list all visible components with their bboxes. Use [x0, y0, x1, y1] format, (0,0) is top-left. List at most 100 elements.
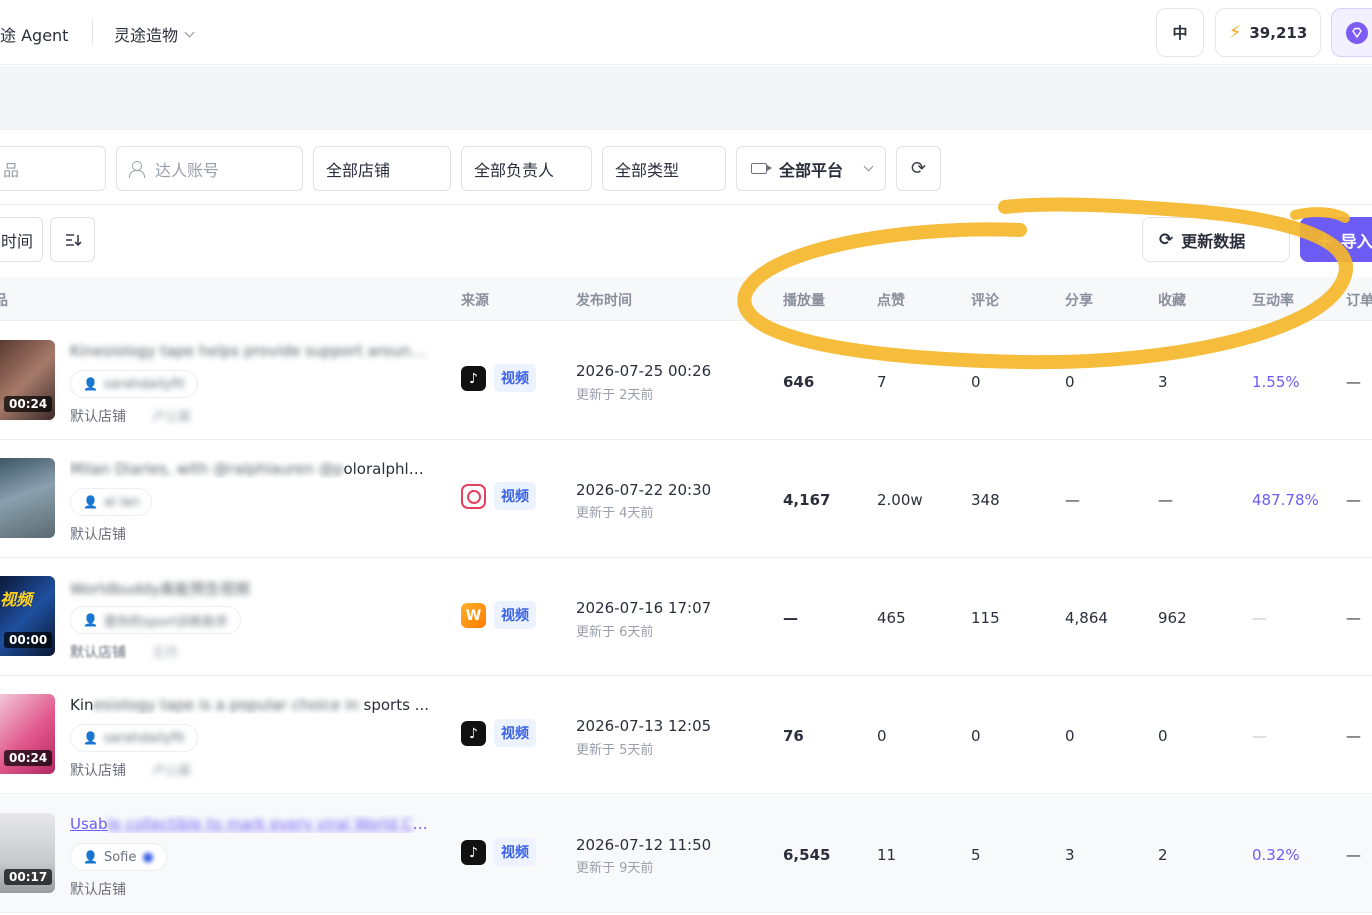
- video-duration: 00:24: [4, 750, 53, 766]
- person-icon: 👤: [83, 495, 98, 509]
- media-type-tag: 视频: [494, 364, 536, 392]
- publish-time: 2026-07-22 20:30: [576, 481, 712, 499]
- creator-account-name: Sofie: [103, 849, 137, 865]
- table-header: 品 来源 发布时间 播放量 点赞 评论 分享 收藏 互动率 订单: [0, 277, 1372, 321]
- tiktok-icon: ♪: [461, 840, 486, 865]
- page-header-band: [0, 66, 1372, 130]
- media-type-tag: 视频: [494, 601, 536, 629]
- table-row[interactable]: 00:24 Kinesiology tape helps provide sup…: [0, 322, 1372, 440]
- video-title[interactable]: Kinesiology tape helps provide support a…: [70, 342, 432, 360]
- owner-select[interactable]: 全部负责人: [461, 146, 592, 191]
- publish-time: 2026-07-12 11:50: [576, 836, 712, 854]
- product-filter[interactable]: 品: [0, 146, 106, 191]
- comments-value: 0: [971, 727, 981, 745]
- import-button[interactable]: + 导入: [1300, 217, 1372, 262]
- creator-account-chip[interactable]: 👤 al lan: [70, 488, 153, 516]
- publish-time: 2026-07-16 17:07: [576, 599, 712, 617]
- col-header-plays[interactable]: 播放量: [783, 290, 825, 310]
- language-toggle-button[interactable]: 中: [1156, 8, 1204, 57]
- tiktok-icon: ♪: [461, 366, 486, 391]
- owner-name: 卢公募: [152, 410, 192, 425]
- owner-name: 王丹: [152, 646, 179, 661]
- video-duration: 00:17: [4, 869, 53, 885]
- video-thumbnail[interactable]: 00:24: [0, 340, 55, 420]
- person-icon: 👤: [83, 731, 98, 745]
- plus-icon: +: [1316, 227, 1333, 252]
- video-title[interactable]: Kinesiology tape is a popular choice in …: [70, 696, 429, 714]
- video-camera-icon: [751, 163, 772, 174]
- plays-value: 646: [783, 373, 815, 391]
- creator-account-chip[interactable]: 👤 sarahdailyfit: [70, 370, 198, 398]
- shop-name: 默认店铺: [70, 763, 126, 779]
- sort-order-button[interactable]: [50, 217, 95, 262]
- video-duration: 00:24: [4, 396, 53, 412]
- divider: [0, 204, 1372, 205]
- creator-account-chip[interactable]: 👤 Sofie ●: [70, 843, 167, 871]
- creator-account-chip[interactable]: 👤 是你的sport训练助手: [70, 606, 242, 634]
- platform-select[interactable]: 全部平台: [736, 146, 886, 191]
- video-title[interactable]: Worldbuddy高能预告视频: [70, 578, 250, 599]
- workspace-switcher[interactable]: 灵途造物: [114, 22, 195, 46]
- table-row[interactable]: 00:17 Usable collectible to mark every v…: [0, 795, 1372, 913]
- col-header-likes[interactable]: 点赞: [877, 290, 905, 310]
- video-title[interactable]: Usable collectible to mark every viral W…: [70, 815, 432, 833]
- brand-name: 途 Agent: [0, 26, 69, 45]
- comments-value: 5: [971, 846, 981, 864]
- import-label: 导入: [1340, 231, 1372, 251]
- plays-value: 76: [783, 727, 804, 745]
- chevron-down-icon: [863, 161, 874, 172]
- video-thumbnail[interactable]: 00:24: [0, 694, 55, 774]
- plays-value: 6,545: [783, 846, 831, 864]
- time-sort-label: 时间: [1, 231, 34, 251]
- favorites-value: 2: [1158, 846, 1168, 864]
- col-header-favorites[interactable]: 收藏: [1158, 290, 1186, 310]
- video-thumbnail[interactable]: 视频 00:00: [0, 576, 55, 656]
- shares-value: 3: [1065, 846, 1075, 864]
- updated-time: 更新于 5天前: [576, 743, 654, 758]
- video-thumbnail[interactable]: 00:17: [0, 813, 55, 893]
- sort-icon: [65, 233, 82, 246]
- table-row[interactable]: 00:24 Kinesiology tape is a popular choi…: [0, 676, 1372, 794]
- updated-time: 更新于 2天前: [576, 388, 654, 403]
- thumbnail-overlay-text: 视频: [0, 590, 33, 609]
- shares-value: —: [1065, 491, 1080, 509]
- comments-value: 115: [971, 609, 1000, 627]
- vip-button[interactable]: [1331, 8, 1372, 57]
- favorites-value: 0: [1158, 727, 1168, 745]
- creator-account-name: sarahdailyfit: [103, 730, 185, 746]
- col-header-shares[interactable]: 分享: [1065, 290, 1093, 310]
- table-row[interactable]: Milan Diaries, with @ralphlauren @polora…: [0, 440, 1372, 558]
- engagement-value: —: [1252, 727, 1267, 745]
- col-header-orders: 订单: [1346, 293, 1372, 309]
- shares-value: 0: [1065, 373, 1075, 391]
- type-select[interactable]: 全部类型: [602, 146, 726, 191]
- table-row[interactable]: 视频 00:00 Worldbuddy高能预告视频 👤 是你的sport训练助手…: [0, 558, 1372, 676]
- topbar-divider: [92, 20, 93, 44]
- publish-time: 2026-07-13 12:05: [576, 717, 712, 735]
- col-header-engagement[interactable]: 互动率: [1252, 290, 1294, 310]
- credits-button[interactable]: ⚡ 39,213: [1215, 8, 1321, 57]
- refresh-icon: ⟳: [910, 158, 927, 179]
- video-thumbnail[interactable]: [0, 458, 55, 538]
- likes-value: 7: [877, 373, 887, 391]
- person-icon: 👤: [83, 613, 98, 627]
- video-duration: 00:00: [4, 632, 53, 648]
- creator-account-name: 是你的sport训练助手: [103, 614, 229, 630]
- person-icon: 👤: [83, 850, 98, 864]
- publish-time: 2026-07-25 00:26: [576, 362, 712, 380]
- refresh-filters-button[interactable]: ⟳: [896, 146, 941, 191]
- creator-account-chip[interactable]: 👤 sarahdailyfit: [70, 724, 198, 752]
- credits-count: 39,213: [1249, 23, 1308, 42]
- shop-name: 默认店铺: [70, 527, 126, 543]
- updated-time: 更新于 4天前: [576, 506, 654, 521]
- video-title[interactable]: Milan Diaries, with @ralphlauren @polora…: [70, 460, 432, 478]
- account-search-input[interactable]: 达人账号: [116, 146, 303, 191]
- engagement-value: —: [1252, 609, 1267, 627]
- time-sort-select[interactable]: 时间: [0, 217, 43, 262]
- orders-value: —: [1346, 846, 1361, 864]
- shop-select[interactable]: 全部店铺: [313, 146, 451, 191]
- col-header-comments[interactable]: 评论: [971, 290, 999, 310]
- likes-value: 0: [877, 727, 887, 745]
- update-data-button[interactable]: ⟳ 更新数据: [1142, 217, 1290, 262]
- creator-account-name: sarahdailyfit: [103, 376, 185, 392]
